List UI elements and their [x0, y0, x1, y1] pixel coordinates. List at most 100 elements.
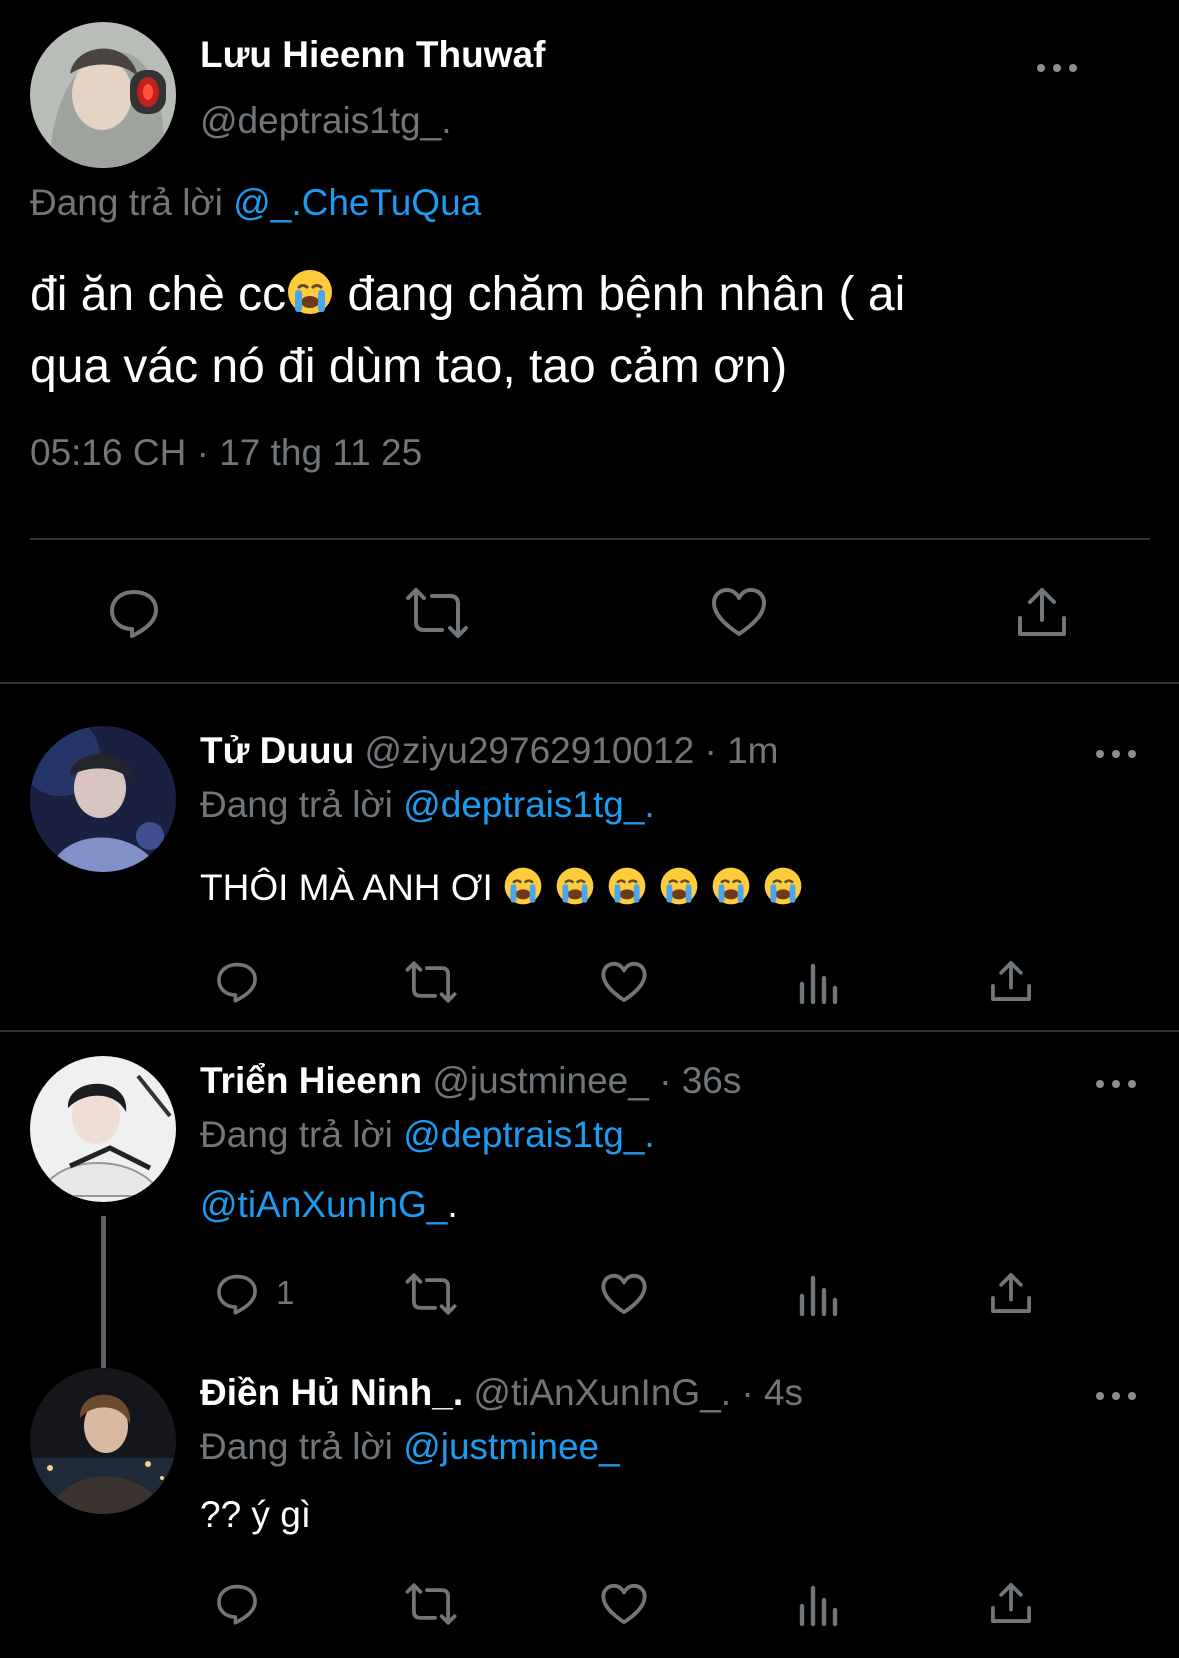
reply2-text-suffix: .	[447, 1184, 458, 1225]
main-retweet-button[interactable]	[404, 586, 470, 640]
main-more-button[interactable]	[1037, 58, 1077, 78]
reply2-text: @tiAnXunInG_.	[200, 1184, 458, 1226]
reply1-more-button[interactable]	[1096, 744, 1136, 764]
tweet-text-part1: đi ăn chè cc	[30, 268, 287, 321]
main-like-button[interactable]	[710, 586, 768, 638]
reply1-avatar[interactable]	[30, 726, 176, 872]
dot	[1096, 1080, 1104, 1088]
reply1-retweet-button[interactable]	[404, 960, 458, 1004]
reply2-author-name[interactable]: Triển Hieenn	[200, 1060, 422, 1101]
speech-bubble-icon	[217, 962, 257, 1003]
retweet-arrows-icon	[405, 1273, 457, 1315]
dot	[1112, 1392, 1120, 1400]
reply1-header: Tử Duuu @ziyu29762910012 · 1m	[200, 730, 778, 772]
tweet-text-line2: qua vác nó đi dùm tao, tao cảm ơn)	[30, 340, 788, 393]
speech-bubble-icon	[217, 1274, 257, 1315]
main-author-handle[interactable]: @deptrais1tg_.	[200, 100, 451, 142]
tweet-text-part2: đang chăm bệnh nhân ( ai	[334, 268, 906, 321]
main-share-button[interactable]	[1014, 584, 1070, 640]
loudly-crying-emoji	[763, 866, 803, 915]
reply1-text-content: THÔI MÀ ANH ƠI	[200, 867, 493, 908]
reply3-time[interactable]: · 4s	[741, 1372, 803, 1413]
reply2-like-button[interactable]	[600, 1272, 648, 1316]
tweet-text-line1: đi ăn chè cc đang chăm bệnh nhân ( ai	[30, 262, 1140, 334]
loudly-crying-emoji	[286, 268, 334, 334]
reply2-header: Triển Hieenn @justminee_ · 36s	[200, 1060, 741, 1102]
main-tweet-text: đi ăn chè cc đang chăm bệnh nhân ( ai qu…	[30, 262, 1140, 400]
reply-prefix: Đang trả lời	[200, 784, 393, 825]
reply1-author-handle[interactable]: @ziyu29762910012	[364, 730, 694, 771]
reply2-more-button[interactable]	[1096, 1074, 1136, 1094]
reply1-time[interactable]: · 1m	[704, 730, 778, 771]
dot	[1128, 1392, 1136, 1400]
dot	[1128, 750, 1136, 758]
reply2-retweet-button[interactable]	[404, 1272, 458, 1316]
share-upload-icon	[1018, 588, 1066, 636]
main-timestamp[interactable]: 05:16 CH · 17 thg 11 25	[30, 432, 422, 474]
loudly-crying-emoji	[503, 866, 543, 915]
reply2-time[interactable]: · 36s	[659, 1060, 741, 1101]
reply-prefix: Đang trả lời	[200, 1114, 393, 1155]
loudly-crying-emoji	[555, 866, 595, 915]
reply1-views-button[interactable]	[798, 960, 838, 1004]
reply3-author-name[interactable]: Điền Hủ Ninh_.	[200, 1372, 463, 1413]
reply-to-mention[interactable]: @deptrais1tg_.	[403, 1114, 654, 1155]
reply3-author-handle[interactable]: @tiAnXunInG_.	[473, 1372, 731, 1413]
reply1-reply-button[interactable]	[214, 958, 260, 1004]
reply3-avatar[interactable]	[30, 1368, 176, 1514]
emoji-row	[503, 867, 815, 908]
reply1-text: THÔI MÀ ANH ƠI	[200, 866, 815, 915]
dot	[1053, 64, 1061, 72]
retweet-arrows-icon	[405, 961, 457, 1003]
reply3-share-button[interactable]	[988, 1580, 1034, 1626]
loudly-crying-emoji	[711, 866, 751, 915]
bar-chart-icon	[799, 963, 838, 1004]
retweet-arrows-icon	[406, 588, 468, 638]
reply3-like-button[interactable]	[600, 1582, 648, 1626]
loudly-crying-emoji	[659, 866, 699, 915]
reply3-reply-button[interactable]	[214, 1580, 260, 1626]
reply3-more-button[interactable]	[1096, 1386, 1136, 1406]
main-author-name[interactable]: Lưu Hieenn Thuwaf	[200, 34, 545, 76]
speech-bubble-icon	[110, 590, 158, 638]
reply-to-mention[interactable]: @deptrais1tg_.	[403, 784, 654, 825]
heart-icon	[601, 1583, 647, 1625]
separator	[0, 682, 1179, 684]
bar-chart-icon	[799, 1585, 838, 1626]
reply1-author-name[interactable]: Tử Duuu	[200, 730, 354, 771]
loudly-crying-emoji	[607, 866, 647, 915]
divider	[30, 538, 1150, 540]
reply2-reply-button[interactable]: 1	[214, 1270, 294, 1316]
main-reply-button[interactable]	[106, 584, 162, 640]
reply3-retweet-button[interactable]	[404, 1582, 458, 1626]
reply2-reply-context: Đang trả lời @deptrais1tg_.	[200, 1114, 655, 1156]
reply1-share-button[interactable]	[988, 958, 1034, 1004]
reply2-avatar[interactable]	[30, 1056, 176, 1202]
reply2-share-button[interactable]	[988, 1270, 1034, 1316]
reply3-header: Điền Hủ Ninh_. @tiAnXunInG_. · 4s	[200, 1372, 803, 1414]
heart-icon	[601, 961, 647, 1003]
thread-connector-line	[101, 1216, 106, 1368]
dot	[1128, 1080, 1136, 1088]
share-upload-icon	[991, 1583, 1031, 1623]
bar-chart-icon	[799, 1275, 838, 1316]
reply-to-mention[interactable]: @justminee_	[403, 1426, 620, 1467]
speech-bubble-icon	[217, 1584, 257, 1625]
reply2-reply-count: 1	[276, 1274, 295, 1311]
heart-icon	[712, 588, 766, 636]
reply-to-mention[interactable]: @_.CheTuQua	[233, 182, 481, 223]
reply2-author-handle[interactable]: @justminee_	[432, 1060, 649, 1101]
reply3-views-button[interactable]	[798, 1582, 838, 1626]
dot	[1096, 750, 1104, 758]
heart-icon	[601, 1273, 647, 1315]
main-author-avatar[interactable]	[30, 22, 176, 168]
reply3-text: ?? ý gì	[200, 1494, 312, 1535]
reply1-like-button[interactable]	[600, 960, 648, 1004]
dot	[1037, 64, 1045, 72]
dot	[1096, 1392, 1104, 1400]
reply2-mention[interactable]: @tiAnXunInG_	[200, 1184, 447, 1225]
reply2-views-button[interactable]	[798, 1272, 838, 1316]
reply3-reply-context: Đang trả lời @justminee_	[200, 1426, 620, 1468]
retweet-arrows-icon	[405, 1583, 457, 1625]
reply-prefix: Đang trả lời	[200, 1426, 393, 1467]
